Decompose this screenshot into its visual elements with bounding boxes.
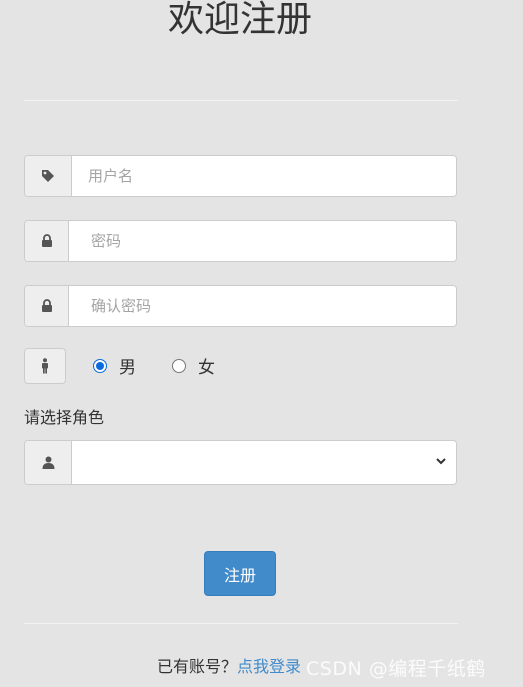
role-select[interactable] bbox=[72, 441, 456, 484]
chevron-down-icon bbox=[436, 458, 446, 465]
tag-icon bbox=[25, 156, 72, 196]
lock-icon bbox=[25, 286, 69, 326]
gender-row: 男 女 bbox=[24, 347, 215, 385]
top-divider bbox=[24, 100, 458, 101]
watermark: CSDN @编程千纸鹤 bbox=[306, 658, 486, 680]
role-label: 请选择角色 bbox=[24, 408, 105, 427]
lock-icon bbox=[25, 221, 69, 261]
male-label: 男 bbox=[119, 358, 136, 378]
login-prompt: 已有账号？点我登录 bbox=[157, 653, 301, 677]
female-radio[interactable] bbox=[172, 358, 186, 373]
user-icon bbox=[25, 441, 72, 484]
person-icon bbox=[24, 348, 66, 384]
password-group bbox=[24, 220, 457, 262]
confirm-password-group bbox=[24, 285, 457, 327]
role-group bbox=[24, 440, 457, 485]
password-input[interactable] bbox=[69, 221, 456, 261]
login-prompt-text: 已有账号？ bbox=[157, 657, 238, 676]
confirm-password-input[interactable] bbox=[69, 286, 456, 326]
login-link[interactable]: 点我登录 bbox=[237, 657, 301, 676]
male-radio[interactable] bbox=[93, 358, 107, 373]
register-button[interactable]: 注册 bbox=[204, 551, 276, 596]
gender-option-male[interactable]: 男 bbox=[93, 353, 136, 378]
page-title: 欢迎注册 bbox=[167, 0, 312, 40]
bottom-divider bbox=[24, 623, 458, 624]
female-label: 女 bbox=[198, 358, 215, 378]
username-input[interactable] bbox=[72, 156, 456, 196]
gender-option-female[interactable]: 女 bbox=[172, 353, 215, 378]
username-group bbox=[24, 155, 457, 197]
